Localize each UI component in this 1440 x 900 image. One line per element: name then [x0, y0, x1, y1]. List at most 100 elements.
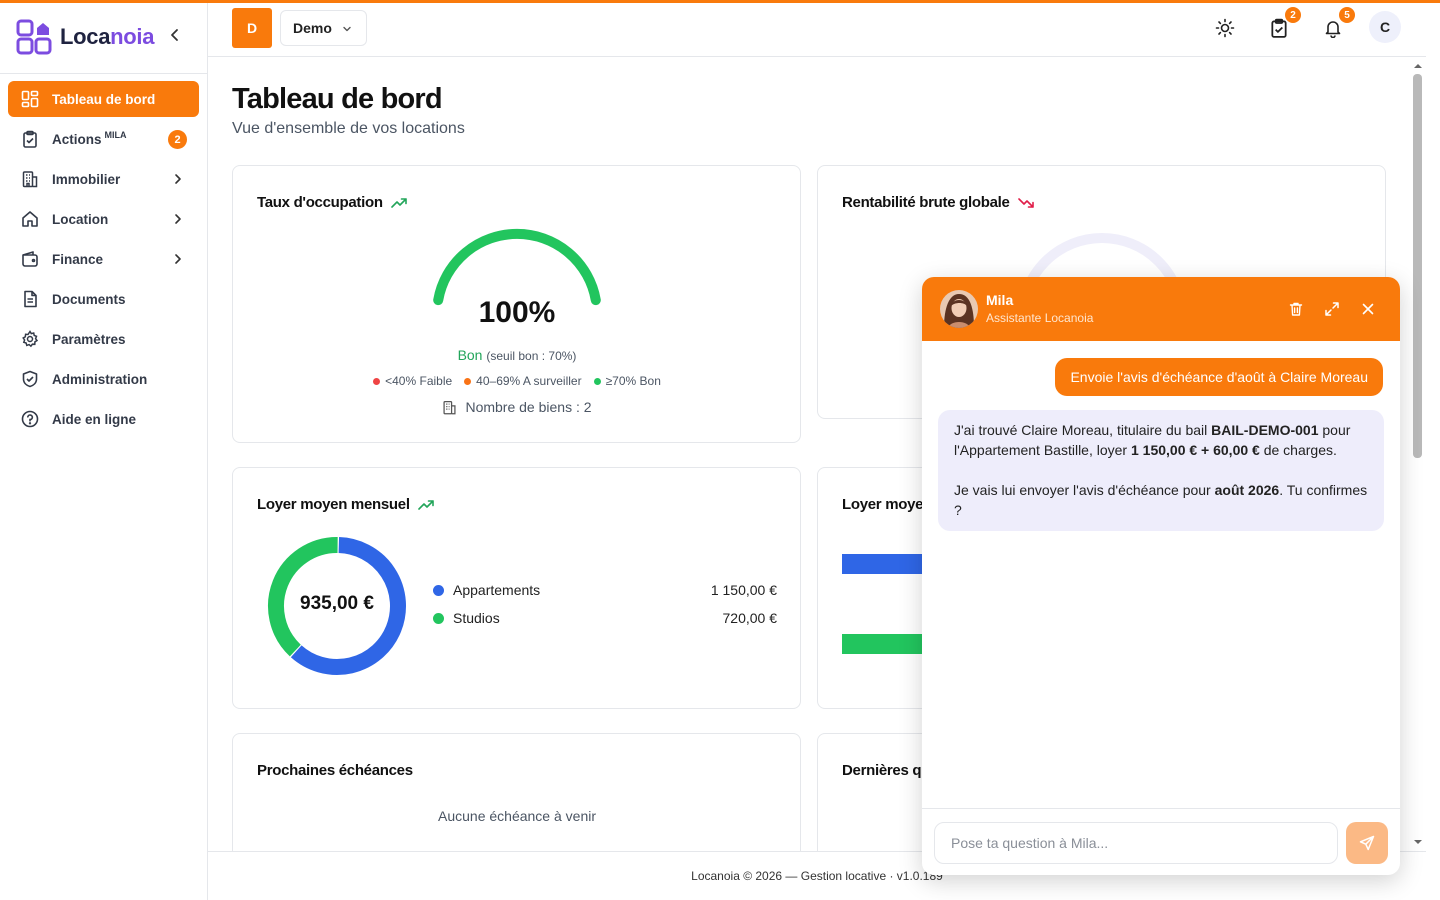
scroll-down-arrow-icon[interactable] — [1413, 837, 1423, 847]
trend-up-icon — [417, 499, 434, 510]
sidebar-item-label: Actions — [52, 131, 102, 147]
assistant-paragraph: Je vais lui envoyer l'avis d'échéance po… — [954, 482, 1368, 518]
page-title: Tableau de bord — [232, 83, 443, 115]
org-selector[interactable]: Demo — [280, 10, 367, 46]
scroll-up-arrow-icon[interactable] — [1413, 61, 1423, 71]
sidebar-item-location[interactable]: Location — [8, 201, 199, 237]
occupancy-value: 100% — [478, 296, 556, 329]
card-title: Taux d'occupation — [257, 194, 407, 211]
expand-icon — [1325, 302, 1339, 316]
tasks-button[interactable]: 2 — [1265, 7, 1301, 42]
sidebar-item-finance[interactable]: Finance — [8, 241, 199, 277]
chevron-right-icon — [175, 254, 181, 264]
main-scrollbar[interactable] — [1410, 57, 1426, 851]
chat-input[interactable] — [934, 822, 1338, 864]
mila-superscript: MILA — [104, 130, 127, 140]
sidebar-item-label: Immobilier — [52, 171, 121, 187]
sidebar-item-label: Paramètres — [52, 331, 126, 347]
sidebar-item-administration[interactable]: Administration — [8, 361, 199, 397]
page-subtitle: Vue d'ensemble de vos locations — [232, 120, 465, 137]
sun-icon — [1215, 18, 1235, 38]
donut-legend-item: Studios 720,00 € — [433, 610, 777, 626]
theme-toggle-button[interactable] — [1211, 14, 1239, 42]
chevron-right-icon — [175, 174, 181, 184]
top-header: D Demo 2 5 C — [208, 3, 1426, 57]
properties-count: Nombre de biens : 2 — [233, 399, 801, 415]
sidebar: Locanoia Tableau de bord Actions MILA 2 I… — [0, 0, 208, 900]
trend-up-icon — [390, 197, 407, 208]
user-avatar[interactable]: C — [1369, 11, 1401, 43]
clipboard-check-icon — [1271, 18, 1287, 38]
collapse-sidebar-icon[interactable] — [166, 26, 184, 44]
card-title: Dernières q — [842, 762, 922, 779]
notifications-button[interactable]: 5 — [1319, 7, 1355, 42]
assistant-avatar — [940, 290, 978, 328]
gear-icon — [20, 329, 40, 349]
occupancy-card: Taux d'occupation 100% Bon (seuil bon : … — [232, 165, 801, 443]
dashboard-icon — [20, 89, 40, 109]
send-button[interactable] — [1346, 822, 1388, 864]
chevron-right-icon — [175, 214, 181, 224]
clipboard-check-icon — [20, 129, 40, 149]
donut-legend-item: Appartements 1 150,00 € — [433, 582, 777, 598]
assistant-role: Assistante Locanoia — [986, 311, 1094, 325]
tasks-badge: 2 — [1285, 7, 1301, 23]
gauge-fill — [433, 228, 601, 306]
chat-footer — [922, 808, 1400, 875]
occupancy-status: Bon (seuil bon : 70%) — [233, 347, 801, 363]
sidebar-item-label: Tableau de bord — [52, 91, 156, 107]
user-message: Envoie l'avis d'échéance d'août à Claire… — [1055, 358, 1383, 396]
actions-count-badge: 2 — [168, 130, 187, 149]
close-icon — [1362, 303, 1374, 315]
card-title: Prochaines échéances — [257, 762, 413, 779]
gauge-track — [433, 228, 601, 306]
legend-item-warn: 40–69% A surveiller — [464, 374, 582, 388]
sidebar-item-label: Aide en ligne — [52, 411, 137, 427]
sidebar-item-parametres[interactable]: Paramètres — [8, 321, 199, 357]
upcoming-card: Prochaines échéances Aucune échéance à v… — [232, 733, 801, 851]
close-chat-button[interactable] — [1358, 299, 1378, 319]
building-icon — [20, 169, 40, 189]
sidebar-item-label: Location — [52, 211, 109, 227]
footer-text: Locanoia © 2026 — Gestion locative · v1.… — [691, 869, 943, 883]
logo-icon — [16, 19, 52, 54]
sidebar-item-documents[interactable]: Documents — [8, 281, 199, 317]
wallet-icon — [20, 249, 40, 269]
sidebar-item-label: Documents — [52, 291, 126, 307]
clear-chat-button[interactable] — [1286, 299, 1306, 319]
sidebar-item-aide[interactable]: Aide en ligne — [8, 401, 199, 437]
assistant-message: J'ai trouvé Claire Moreau, titulaire du … — [938, 410, 1384, 531]
sidebar-item-dashboard[interactable]: Tableau de bord — [8, 81, 199, 117]
sidebar-item-label: Administration — [52, 371, 148, 387]
brand-name: Locanoia — [60, 23, 155, 49]
legend-item-good: ≥70% Bon — [593, 374, 661, 388]
status-label: Bon — [457, 347, 483, 363]
home-icon — [20, 209, 40, 229]
top-accent-line — [0, 0, 1440, 3]
org-name: Demo — [293, 20, 332, 36]
scrollbar-thumb[interactable] — [1413, 74, 1422, 458]
card-title: Rentabilité brute globale — [842, 194, 1034, 211]
sidebar-item-label: Finance — [52, 251, 104, 267]
sidebar-item-immobilier[interactable]: Immobilier — [8, 161, 199, 197]
trend-down-icon — [1017, 197, 1034, 208]
bell-icon — [1325, 21, 1341, 38]
document-icon — [20, 289, 40, 309]
sidebar-nav: Tableau de bord Actions MILA 2 Immobilier… — [0, 74, 207, 437]
gauge-legend: <40% Faible 40–69% A surveiller ≥70% Bon — [233, 374, 801, 388]
brand[interactable]: Locanoia — [0, 0, 207, 74]
legend-item-low: <40% Faible — [373, 374, 452, 388]
shield-check-icon — [20, 369, 40, 389]
chat-header: Mila Assistante Locanoia — [922, 277, 1400, 341]
assistant-chat-panel: Mila Assistante Locanoia Envoie l'avis d… — [922, 277, 1400, 875]
trash-icon — [1289, 302, 1303, 316]
sidebar-item-actions[interactable]: Actions MILA 2 — [8, 121, 199, 157]
send-icon — [1359, 835, 1375, 851]
building-icon — [443, 400, 456, 414]
org-avatar[interactable]: D — [232, 8, 272, 48]
chevron-down-icon — [343, 26, 351, 32]
assistant-paragraph: J'ai trouvé Claire Moreau, titulaire du … — [954, 422, 1351, 458]
empty-message: Aucune échéance à venir — [438, 808, 596, 824]
expand-chat-button[interactable] — [1322, 299, 1342, 319]
avg-rent-card: Loyer moyen mensuel 935,00 € Appartement… — [232, 467, 801, 709]
